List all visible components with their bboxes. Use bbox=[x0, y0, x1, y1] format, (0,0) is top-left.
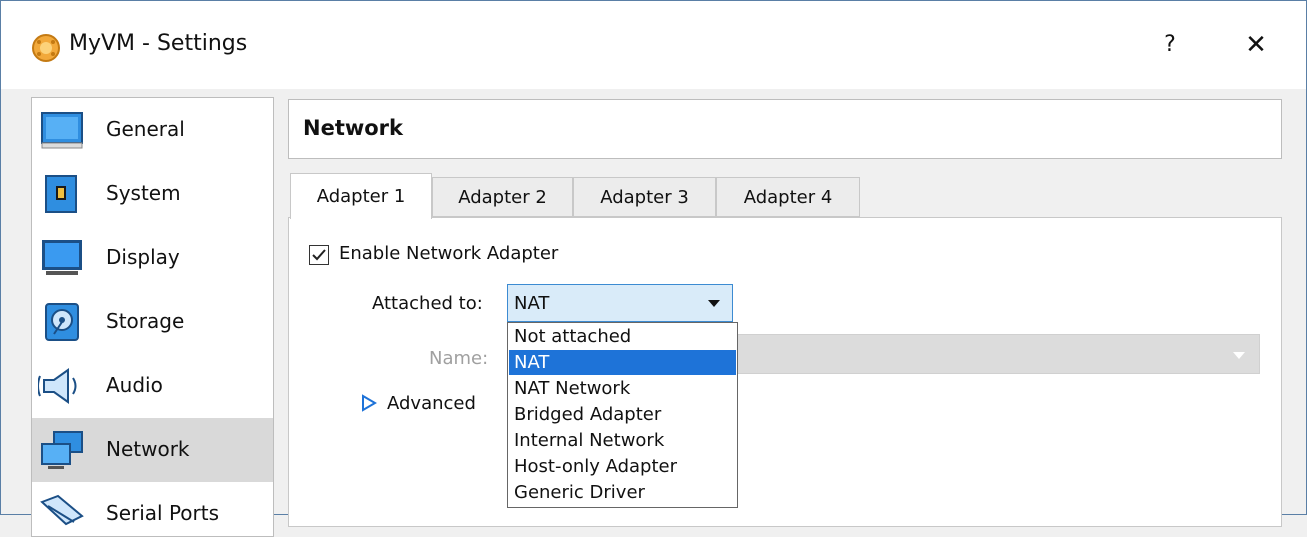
attached-to-label: Attached to: bbox=[372, 293, 483, 314]
sidebar-item-label: Display bbox=[106, 245, 180, 269]
display-icon bbox=[42, 240, 82, 275]
name-label: Name: bbox=[429, 348, 489, 369]
close-button[interactable]: ✕ bbox=[1233, 23, 1279, 67]
sidebar-item-display[interactable]: Display bbox=[32, 226, 273, 290]
section-title: Network bbox=[303, 116, 404, 140]
audio-icon bbox=[38, 368, 77, 404]
sidebar-item-label: Serial Ports bbox=[106, 501, 220, 525]
advanced-toggle[interactable]: Advanced bbox=[387, 393, 476, 414]
chevron-down-icon bbox=[708, 300, 720, 307]
dropdown-option-generic-driver[interactable]: Generic Driver bbox=[509, 480, 736, 505]
dropdown-option-bridged-adapter[interactable]: Bridged Adapter bbox=[509, 402, 736, 427]
dropdown-option-nat[interactable]: NAT bbox=[509, 350, 736, 375]
settings-window: MyVM - Settings ? ✕ General System Displ… bbox=[0, 0, 1307, 537]
system-icon bbox=[45, 175, 77, 213]
network-icon bbox=[41, 431, 83, 469]
serial-ports-icon bbox=[40, 494, 84, 526]
general-icon bbox=[41, 112, 83, 149]
settings-sidebar: General System Display Storage Audio Net… bbox=[31, 97, 274, 537]
tab-adapter-1[interactable]: Adapter 1 bbox=[290, 173, 432, 219]
sidebar-item-label: General bbox=[106, 117, 185, 141]
storage-icon bbox=[45, 303, 79, 341]
window-title: MyVM - Settings bbox=[69, 31, 248, 56]
dropdown-option-not-attached[interactable]: Not attached bbox=[509, 324, 736, 349]
dropdown-option-host-only-adapter[interactable]: Host-only Adapter bbox=[509, 454, 736, 479]
tab-adapter-3[interactable]: Adapter 3 bbox=[573, 177, 716, 217]
sidebar-item-label: Network bbox=[106, 437, 190, 461]
sidebar-item-serial-ports[interactable]: Serial Ports bbox=[32, 482, 273, 536]
sidebar-item-label: System bbox=[106, 181, 181, 205]
help-button[interactable]: ? bbox=[1149, 23, 1191, 67]
dropdown-option-internal-network[interactable]: Internal Network bbox=[509, 428, 736, 453]
sidebar-item-audio[interactable]: Audio bbox=[32, 354, 273, 418]
sidebar-item-network[interactable]: Network bbox=[32, 418, 273, 482]
sidebar-item-general[interactable]: General bbox=[32, 98, 273, 162]
tab-adapter-4[interactable]: Adapter 4 bbox=[716, 177, 860, 217]
attached-to-value: NAT bbox=[514, 293, 550, 314]
enable-network-adapter-checkbox[interactable] bbox=[309, 245, 329, 265]
virtualbox-logo-icon bbox=[32, 34, 60, 62]
attached-to-dropdown-list: Not attached NAT NAT Network Bridged Ada… bbox=[507, 322, 738, 508]
sidebar-item-storage[interactable]: Storage bbox=[32, 290, 273, 354]
section-header: Network bbox=[288, 99, 1282, 159]
chevron-down-icon bbox=[1233, 352, 1245, 359]
title-bar: MyVM - Settings ? ✕ bbox=[1, 1, 1306, 89]
sidebar-item-label: Audio bbox=[106, 373, 163, 397]
expand-triangle-icon[interactable] bbox=[361, 394, 377, 412]
tab-adapter-2[interactable]: Adapter 2 bbox=[432, 177, 573, 217]
enable-network-adapter-label[interactable]: Enable Network Adapter bbox=[339, 243, 558, 264]
dropdown-option-nat-network[interactable]: NAT Network bbox=[509, 376, 736, 401]
name-select bbox=[736, 334, 1260, 374]
checkmark-icon bbox=[312, 249, 326, 261]
sidebar-item-system[interactable]: System bbox=[32, 162, 273, 226]
attached-to-select[interactable]: NAT bbox=[507, 284, 733, 322]
sidebar-item-label: Storage bbox=[106, 309, 185, 333]
